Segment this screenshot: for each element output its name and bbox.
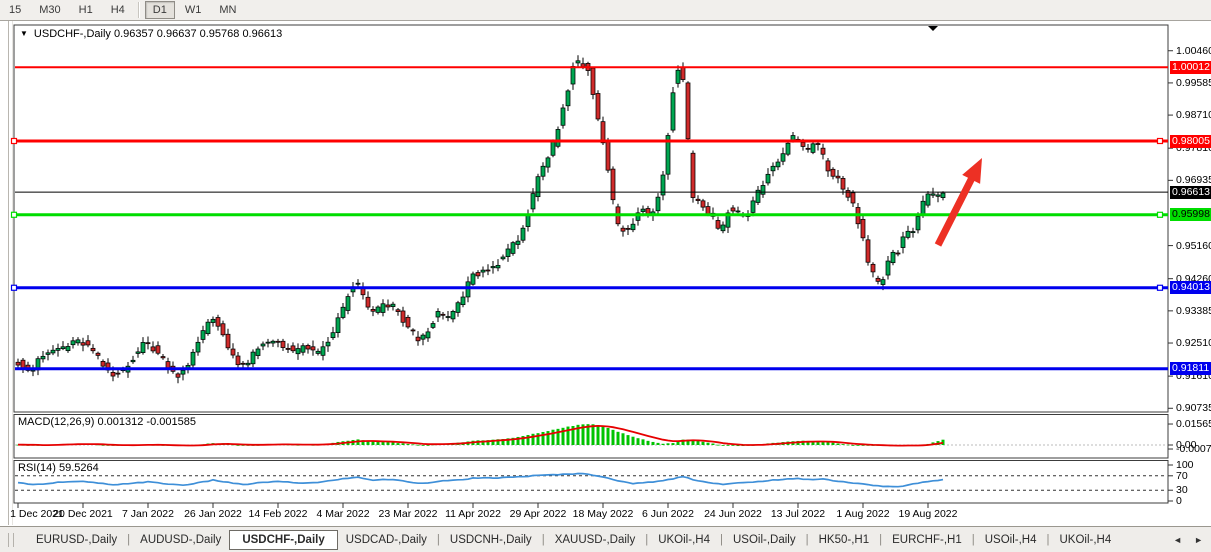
date-tick-label: 11 Apr 2022: [438, 508, 508, 520]
price-badge-0.95998: 0.95998: [1170, 208, 1211, 221]
price-tick-label: 0.90735: [1176, 402, 1210, 414]
rsi-axis-label: 0: [1176, 495, 1210, 507]
macd-indicator-label: MACD(12,26,9) 0.001312 -0.001585: [18, 416, 196, 428]
rsi-axis-label: 70: [1176, 470, 1210, 482]
tab-eurchfh1[interactable]: EURCHF-,H1: [884, 531, 970, 549]
tab-ukoilh4[interactable]: UKOil-,H4: [650, 531, 718, 549]
price-badge-0.98005: 0.98005: [1170, 135, 1211, 148]
tab-separator: |: [877, 534, 884, 546]
tab-xauusddaily[interactable]: XAUUSD-,Daily: [547, 531, 644, 549]
tab-hk50h1[interactable]: HK50-,H1: [811, 531, 878, 549]
price-badge-0.94013: 0.94013: [1170, 281, 1211, 294]
date-tick-label: 29 Apr 2022: [503, 508, 573, 520]
date-tick-label: 26 Jan 2022: [178, 508, 248, 520]
date-tick-label: 14 Feb 2022: [243, 508, 313, 520]
price-tick-label: 0.96935: [1176, 174, 1210, 186]
symbol-tab-bar: EURUSD-,Daily|AUDUSD-,DailyUSDCHF-,Daily…: [0, 526, 1211, 552]
chart-menu-icon[interactable]: ▼: [20, 29, 28, 38]
date-tick-label: 4 Mar 2022: [308, 508, 378, 520]
tab-scroll-left-icon[interactable]: ◄: [1173, 535, 1182, 545]
tab-separator: |: [643, 534, 650, 546]
tab-separator: |: [125, 534, 132, 546]
price-badge-0.91811: 0.91811: [1170, 362, 1211, 375]
chart-ohlc-values: 0.96357 0.96637 0.95768 0.96613: [114, 28, 282, 40]
tab-usoildaily[interactable]: USOil-,Daily: [725, 531, 804, 549]
price-tick-label: 1.00460: [1176, 45, 1210, 57]
macd-name: MACD(12,26,9): [18, 416, 94, 428]
date-tick-label: 19 Aug 2022: [893, 508, 963, 520]
tab-strip-grip[interactable]: [8, 533, 14, 547]
chart-symbol-period: USDCHF-,Daily: [34, 28, 111, 40]
tab-separator: |: [1045, 534, 1052, 546]
rsi-value: 59.5264: [59, 462, 99, 474]
date-tick-label: 6 Jun 2022: [633, 508, 703, 520]
trading-platform-window: 15M30H1H4D1W1MN ▼USDCHF-,Daily 0.96357 0…: [0, 0, 1211, 552]
price-tick-label: 0.92510: [1176, 337, 1210, 349]
tab-separator: |: [718, 534, 725, 546]
date-tick-label: 7 Jan 2022: [113, 508, 183, 520]
tab-ukoilh4[interactable]: UKOil-,H4: [1052, 531, 1120, 549]
rsi-indicator-label: RSI(14) 59.5264: [18, 462, 99, 474]
date-tick-label: 20 Dec 2021: [48, 508, 118, 520]
tab-audusddaily[interactable]: AUDUSD-,Daily: [132, 531, 229, 549]
date-tick-label: 18 May 2022: [568, 508, 638, 520]
macd-axis-label: 0.015654: [1176, 418, 1210, 430]
price-tick-label: 0.93385: [1176, 305, 1210, 317]
tab-separator: |: [804, 534, 811, 546]
date-tick-label: 13 Jul 2022: [763, 508, 833, 520]
rsi-name: RSI(14): [18, 462, 56, 474]
tab-scroll-right-icon[interactable]: ►: [1194, 535, 1203, 545]
price-tick-label: 0.99585: [1176, 77, 1210, 89]
price-badge-1.00012: 1.00012: [1170, 61, 1211, 74]
tab-separator: |: [540, 534, 547, 546]
date-tick-label: 23 Mar 2022: [373, 508, 443, 520]
macd-values: 0.001312 -0.001585: [97, 416, 195, 428]
date-tick-label: 1 Aug 2022: [828, 508, 898, 520]
tab-separator: |: [970, 534, 977, 546]
date-tick-label: 24 Jun 2022: [698, 508, 768, 520]
tab-scroll-arrows: ◄ ►: [1173, 535, 1203, 545]
tabs-holder: EURUSD-,Daily|AUDUSD-,DailyUSDCHF-,Daily…: [28, 530, 1119, 550]
chart-canvas[interactable]: [0, 0, 1211, 552]
tab-usdchfdaily[interactable]: USDCHF-,Daily: [229, 530, 337, 550]
price-tick-label: 0.95160: [1176, 240, 1210, 252]
chart-title: ▼ USDCHF-,Daily 0.96357 0.96637 0.95768 0…: [20, 28, 282, 40]
price-badge-0.96613: 0.96613: [1170, 186, 1211, 199]
macd-axis-label: -0.0007259: [1176, 443, 1210, 455]
price-tick-label: 0.98710: [1176, 109, 1210, 121]
tab-eurusddaily[interactable]: EURUSD-,Daily: [28, 531, 125, 549]
tab-usdcnhdaily[interactable]: USDCNH-,Daily: [442, 531, 540, 549]
tab-usoilh4[interactable]: USOil-,H4: [977, 531, 1045, 549]
tab-usdcaddaily[interactable]: USDCAD-,Daily: [338, 531, 435, 549]
tab-separator: |: [435, 534, 442, 546]
